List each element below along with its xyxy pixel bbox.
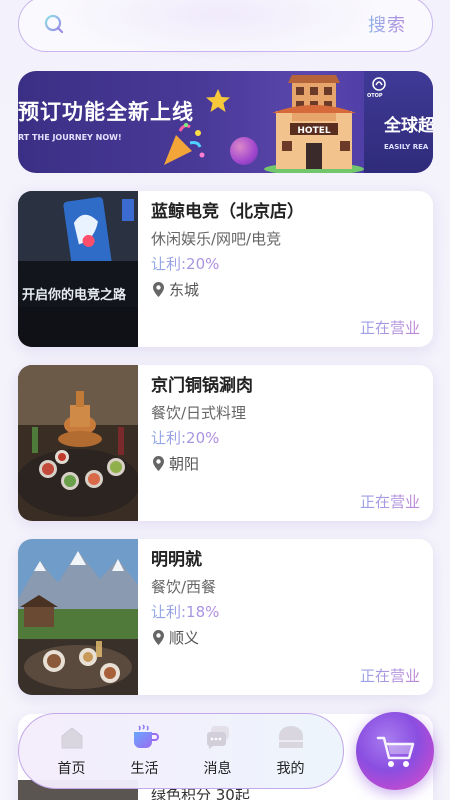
shop-status: 正在营业 <box>359 319 420 337</box>
shop-name: 京门铜锅涮肉 <box>151 376 253 396</box>
brand-logo-icon <box>372 77 386 91</box>
banner-next-subtitle: EASILY REA <box>384 143 429 151</box>
location-pin-icon <box>153 630 164 645</box>
cart-icon <box>376 736 415 767</box>
shop-image: 开启你的电竞之路 <box>18 191 138 347</box>
nav-item-profile[interactable]: 我的 <box>261 724 321 778</box>
nav-label: 消息 <box>203 761 232 777</box>
shop-location-text: 顺义 <box>169 629 200 647</box>
shop-status: 正在营业 <box>359 667 420 685</box>
shop-card[interactable]: 京门铜锅涮肉 餐饮/日式料理 让利:20% 朝阳 正在营业 <box>18 365 433 521</box>
coffee-icon <box>131 724 159 750</box>
nav-label: 我的 <box>276 761 305 777</box>
orb-decoration <box>230 137 258 165</box>
nav-label: 首页 <box>57 761 86 777</box>
shop-image-sign: 开启你的电竞之路 <box>22 287 127 303</box>
hotel-icon: HOTEL <box>264 75 364 173</box>
location-pin-icon <box>153 282 164 297</box>
home-icon <box>58 724 86 750</box>
search-icon <box>43 13 65 35</box>
shop-name: 明明就 <box>151 550 202 570</box>
shop-discount: 让利:18% <box>151 603 220 621</box>
hotel-sign: HOTEL <box>297 126 330 136</box>
shop-category: 餐饮/西餐 <box>151 578 217 596</box>
banner-subtitle: RT THE JOURNEY NOW! <box>18 133 122 142</box>
shop-card[interactable]: 开启你的电竞之路 蓝鲸电竞（北京店） 休闲娱乐/网吧/电竞 让利:20% 东城 … <box>18 191 433 347</box>
star-icon <box>206 89 230 112</box>
nav-item-home[interactable]: 首页 <box>42 724 102 778</box>
location-pin-icon <box>153 456 164 471</box>
brand-logo-text: OTOP <box>367 93 383 99</box>
shop-discount: 让利:20% <box>151 255 220 273</box>
nav-label: 生活 <box>130 761 159 777</box>
shop-image <box>18 365 138 521</box>
shop-location: 东城 <box>151 279 199 300</box>
shop-location-text: 朝阳 <box>169 455 200 473</box>
shop-name: 蓝鲸电竞（北京店） <box>151 202 304 222</box>
shop-image <box>18 539 138 695</box>
shop-location: 顺义 <box>151 627 199 648</box>
profile-icon <box>277 724 305 750</box>
shop-card[interactable]: 明明就 餐饮/西餐 让利:18% 顺义 正在营业 <box>18 539 433 695</box>
nav-item-messages[interactable]: 消息 <box>188 724 248 778</box>
party-popper-icon <box>164 123 205 165</box>
shop-location-text: 东城 <box>169 281 200 299</box>
shop-category: 休闲娱乐/网吧/电竞 <box>151 230 282 248</box>
cart-button[interactable] <box>356 712 434 790</box>
shop-discount: 让利:20% <box>151 429 220 447</box>
shop-category: 餐饮/日式料理 <box>151 404 247 422</box>
bottom-nav: 首页 生活 消息 我的 <box>18 713 344 789</box>
search-bar[interactable]: 搜索 <box>18 0 433 52</box>
promo-banner[interactable]: 预订功能全新上线 RT THE JOURNEY NOW! HOTEL 全球超 E… <box>18 71 433 173</box>
message-icon <box>204 724 232 750</box>
search-button[interactable]: 搜索 <box>368 11 406 37</box>
shop-status: 正在营业 <box>359 493 420 511</box>
shop-location: 朝阳 <box>151 453 199 474</box>
nav-item-life[interactable]: 生活 <box>115 724 175 778</box>
banner-next-title: 全球超 <box>384 116 433 136</box>
